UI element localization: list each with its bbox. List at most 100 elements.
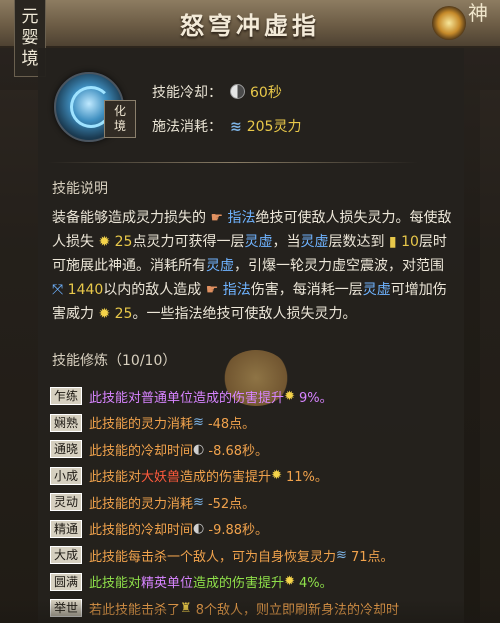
text: 可增加伤 [390,282,447,298]
training-tag: 精通 [50,519,83,538]
value: 1440 [67,282,104,298]
training-tag: 圆满 [50,572,83,591]
realm-char: 元 [21,6,39,27]
training-row: 娴熟 此技能的灵力消耗 ≋ -48点。 [50,410,480,437]
description-title: 技能说明 [52,181,108,197]
training-icon: ✹ [284,388,295,404]
power-icon: ✹ [98,306,115,322]
training-text: 造成的伤害提升 [180,470,272,486]
value: 25 [114,234,133,250]
range-icon: ⤧ [52,282,68,298]
finger-icon: ☛ [205,282,223,298]
cost-label: 施法消耗： [152,119,222,135]
training-icon: ✹ [284,574,295,590]
text: ，引爆一轮灵力虚空震波，对范围 [234,258,444,274]
training-tag: 乍练 [50,387,83,406]
training-icon: ≋ [193,494,204,510]
training-row: 小成 此技能对 大妖兽 造成的伤害提升 ✹ 11%。 [50,463,480,490]
keyword: 灵虚 [244,234,273,250]
finger-icon: ☛ [210,210,228,226]
description-line: 装备能够造成灵力损失的 ☛ 指法绝技可使敌人损失灵力。每使敌 [52,206,472,230]
training-text: 此技能对 [89,390,142,406]
training-icon: ≋ [336,547,347,563]
text: 装备能够造成灵力损失的 [52,210,211,226]
training-keyword: 大妖兽 [141,470,181,486]
cooldown-value: 60秒 [250,85,282,101]
training-keyword: 普通单位 [141,390,194,406]
training-title: 技能修炼（10/10） [52,353,177,369]
training-row: 圆满 此技能对 精英单位 造成的伤害提升 ✹ 4%。 [50,569,480,596]
training-row: 乍练 此技能对 普通单位 造成的伤害提升 ✹ 9%。 [50,383,480,410]
title-bar: 怒穹冲虚指 神 [0,0,500,48]
training-text: 此技能的冷却时间 [89,523,194,539]
training-tag: 小成 [50,466,83,485]
training-text: 此技能每击杀一个敌人，可为自身恢复灵力 [89,549,337,565]
training-text: 此技能对 [89,576,142,592]
training-text: 此技能对 [89,470,142,486]
training-value: -8.68秒。 [208,443,269,459]
training-text: 此技能的灵力消耗 [89,496,194,512]
realm-char: 境 [21,48,39,69]
training-tag: 灵动 [50,493,83,512]
training-value: 11%。 [285,470,328,486]
training-row: 精通 此技能的冷却时间 ◐ -9.88秒。 [50,516,480,543]
training-value: -9.88秒。 [208,523,269,539]
training-text: 造成的伤害提升 [193,390,285,406]
text: 。一些指法绝技可使敌人损失灵力。 [132,306,357,322]
keyword: 灵虚 [206,258,234,274]
training-keyword: 精英单位 [141,576,194,592]
spirit-icon: ≋ [230,119,242,135]
value: 10 [401,234,419,250]
training-text: 此技能的冷却时间 [89,443,194,459]
scroll-icon: ▮ [388,234,402,250]
text: 伤害，每消耗一层 [250,282,363,298]
description-line: 可施展此神通。消耗所有灵虚，引爆一轮灵力虚空震波，对范围 [52,254,472,278]
text: ，当 [272,234,301,250]
divider [48,162,418,163]
keyword: 指法 [222,282,251,298]
cooldown-icon [230,84,245,99]
training-value: 9%。 [298,390,333,406]
training-tag: 大成 [50,546,83,565]
training-icon: ◐ [193,521,205,537]
training-value: -52点。 [207,496,256,512]
text: 层数达到 [328,234,389,250]
keyword: 灵虚 [362,282,391,298]
description-line: 害威力 ✹ 25。一些指法绝技可使敌人损失灵力。 [52,302,472,326]
keyword: 灵虚 [300,234,329,250]
training-value: 4%。 [298,576,333,592]
training-value: -48点。 [207,417,256,433]
training-text: 此技能的灵力消耗 [89,417,194,433]
training-tag: 娴熟 [50,413,83,432]
cost-value: 205灵力 [246,119,302,135]
value: 25 [114,306,133,322]
cooldown-label: 技能冷却： [152,85,222,101]
cost-stat: 施法消耗： ≋ 205灵力 [152,116,301,136]
training-row: 通晓 此技能的冷却时间 ◐ -8.68秒。 [50,436,480,463]
description-line: 人损失 ✹ 25点灵力可获得一层灵虚，当灵虚层数达到 ▮ 10层时 [52,230,472,254]
text: 害威力 [52,306,99,322]
training-icon: ✹ [271,468,282,484]
realm-char: 婴 [21,27,39,48]
seal-icon[interactable] [432,6,466,40]
text: 点灵力可获得一层 [132,234,245,250]
description-line: ⤧ 1440以内的敌人造成 ☛ 指法伤害，每消耗一层灵虚可增加伤 [52,278,472,302]
training-tag: 通晓 [50,440,83,459]
training-row: 大成 此技能每击杀一个敌人，可为自身恢复灵力 ≋ 71点。 [50,542,480,569]
text: 绝技可使敌人损失灵力。每使敌 [255,210,452,226]
corner-label: 神 [468,1,488,25]
training-text: 造成的伤害提升 [193,576,285,592]
training-row: 灵动 此技能的灵力消耗 ≋ -52点。 [50,489,480,516]
skill-title: 怒穹冲虚指 [180,11,320,40]
training-list: 乍练 此技能对 普通单位 造成的伤害提升 ✹ 9%。 娴熟 此技能的灵力消耗 ≋ -48点。通… [50,383,480,622]
text: 可施展此神通。消耗所有 [52,258,206,274]
skill-description: 装备能够造成灵力损失的 ☛ 指法绝技可使敌人损失灵力。每使敌 人损失 ✹ 25点灵… [52,206,472,326]
training-icon: ≋ [193,415,204,431]
training-value: 71点。 [350,549,394,565]
cooldown-stat: 技能冷却： 60秒 [152,82,282,102]
realm-badge: 化 境 [104,100,136,138]
text: 以内的敌人造成 [103,282,206,298]
bottom-fade [0,600,500,623]
text: 人损失 [52,234,99,250]
power-icon: ✹ [98,234,115,250]
